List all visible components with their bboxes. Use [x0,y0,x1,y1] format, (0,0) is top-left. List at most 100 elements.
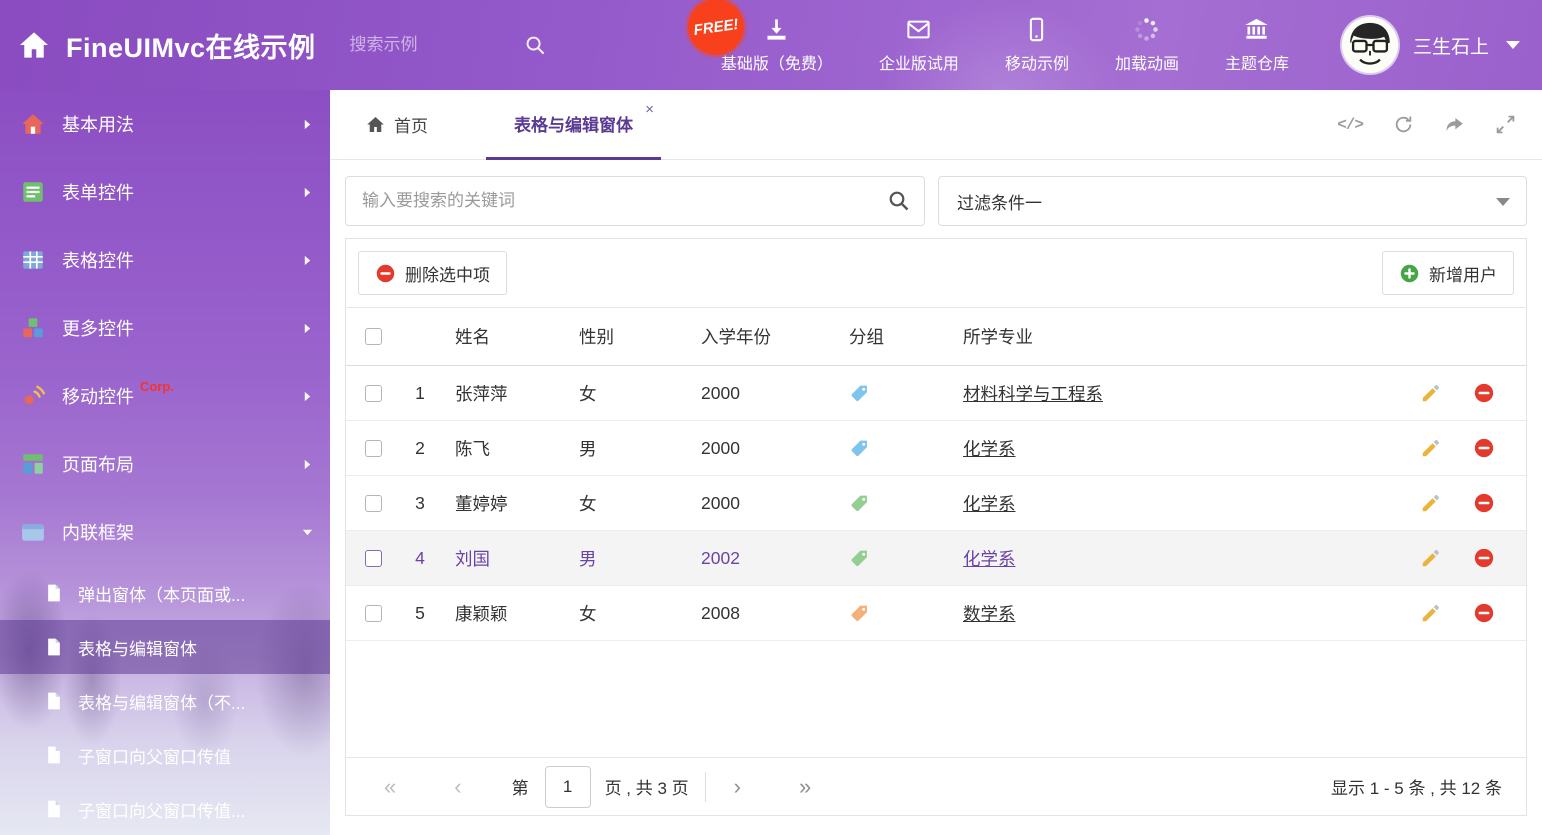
username: 三生石上 [1413,32,1489,59]
row-index: 2 [400,438,440,459]
expand-icon[interactable] [1495,114,1516,135]
table-row[interactable]: 1 张萍萍 女 2000 材料科学与工程系 [346,366,1526,421]
delete-row-icon[interactable] [1473,602,1495,624]
sidebar-subitem-label: 表格与编辑窗体（不... [78,689,245,714]
file-icon [44,636,64,658]
nav-label: 主题仓库 [1225,50,1289,74]
table-row[interactable]: 4 刘国 男 2002 化学系 [346,531,1526,586]
major-link[interactable]: 材料科学与工程系 [963,384,1103,404]
delete-row-icon[interactable] [1473,547,1495,569]
sidebar-subitem-child-to-parent-alt[interactable]: 子窗口向父窗口传值... [0,782,330,835]
chevron-right-icon [301,254,314,267]
tab-grid-edit-window[interactable]: 表格与编辑窗体 × [486,90,661,160]
first-page-button[interactable]: « [384,776,396,798]
refresh-icon[interactable] [1393,114,1414,135]
search-icon[interactable] [524,34,547,57]
sidebar-item-mobile-controls[interactable]: 移动控件 Corp. [0,362,330,430]
edit-pencil-icon[interactable] [1420,492,1442,514]
delete-row-icon[interactable] [1473,437,1495,459]
major-link[interactable]: 数学系 [963,604,1016,624]
keyword-search-input[interactable] [345,176,925,226]
sidebar-item-iframe[interactable]: 内联框架 [0,498,330,566]
chevron-right-icon [301,186,314,199]
major-link[interactable]: 化学系 [963,439,1016,459]
nav-item-theme-store[interactable]: 主题仓库 [1202,16,1312,74]
select-all-checkbox[interactable] [365,328,382,345]
chevron-right-icon [301,322,314,335]
share-icon[interactable] [1444,114,1465,135]
tag-icon [849,438,870,459]
sidebar-subitem-child-to-parent[interactable]: 子窗口向父窗口传值 [0,728,330,782]
row-checkbox[interactable] [365,495,382,512]
col-header-name[interactable]: 姓名 [440,324,575,349]
house-icon [20,111,46,137]
cell-gender: 男 [575,546,695,571]
main-content: 首页 表格与编辑窗体 × </> 过滤条件一 [330,90,1542,835]
sidebar-subitem-popup-window[interactable]: 弹出窗体（本页面或... [0,566,330,620]
last-page-button[interactable]: » [799,776,811,798]
source-code-icon[interactable]: </> [1337,116,1363,134]
delete-row-icon[interactable] [1473,382,1495,404]
col-header-group[interactable]: 分组 [845,324,955,349]
tag-icon [849,548,870,569]
page-number-input[interactable] [545,766,591,808]
filter-dropdown[interactable]: 过滤条件一 [938,176,1527,226]
layout-icon [20,451,46,477]
cell-name: 陈飞 [440,436,575,461]
sidebar-item-more-controls[interactable]: 更多控件 [0,294,330,362]
row-checkbox[interactable] [365,440,382,457]
chevron-down-icon [301,526,314,539]
edit-pencil-icon[interactable] [1420,602,1442,624]
search-icon[interactable] [887,189,911,213]
tag-icon [849,493,870,514]
row-checkbox[interactable] [365,550,382,567]
major-link[interactable]: 化学系 [963,494,1016,514]
sidebar-item-form-controls[interactable]: 表单控件 [0,158,330,226]
chevron-right-icon [301,118,314,131]
delete-row-icon[interactable] [1473,492,1495,514]
header-search-input[interactable] [348,34,476,56]
sidebar-item-label: 移动控件 [62,383,134,409]
table-row[interactable]: 3 董婷婷 女 2000 化学系 [346,476,1526,531]
col-header-gender[interactable]: 性别 [575,324,695,349]
file-icon [44,744,64,766]
col-header-year[interactable]: 入学年份 [695,324,845,349]
file-icon [44,582,64,604]
user-menu[interactable]: 三生石上 [1342,17,1542,73]
nav-item-mobile-demo[interactable]: 移动示例 [982,16,1092,74]
edit-pencil-icon[interactable] [1420,382,1442,404]
nav-item-loading-animation[interactable]: 加载动画 [1092,16,1202,74]
nav-item-enterprise-trial[interactable]: 企业版试用 [856,16,982,74]
sidebar-item-basic-usage[interactable]: 基本用法 [0,90,330,158]
row-index: 5 [400,603,440,624]
row-checkbox[interactable] [365,605,382,622]
sidebar-subitem-grid-edit-window-alt[interactable]: 表格与编辑窗体（不... [0,674,330,728]
tab-home[interactable]: 首页 [366,90,428,159]
sidebar-item-label: 表单控件 [62,179,134,205]
edit-pencil-icon[interactable] [1420,437,1442,459]
sidebar-item-grid-controls[interactable]: 表格控件 [0,226,330,294]
chevron-down-icon [1496,198,1510,206]
close-icon[interactable]: × [645,102,654,117]
major-link[interactable]: 化学系 [963,549,1016,569]
edit-pencil-icon[interactable] [1420,547,1442,569]
table-row[interactable]: 2 陈飞 男 2000 化学系 [346,421,1526,476]
delete-selected-button[interactable]: 删除选中项 [358,251,507,295]
table-row[interactable]: 5 康颖颖 女 2008 数学系 [346,586,1526,641]
sidebar: 基本用法 表单控件 表格控件 更多控件 移动控件 Corp. 页面布局 [0,90,330,835]
next-page-button[interactable]: › [734,776,741,798]
nav-item-basic-free[interactable]: FREE! 基础版（免费） [698,16,856,74]
sidebar-item-label: 基本用法 [62,111,134,137]
mobile-icon [1023,16,1050,43]
envelope-icon [905,16,932,43]
col-header-major[interactable]: 所学专业 [955,324,1408,349]
add-user-button[interactable]: 新增用户 [1382,251,1514,295]
prev-page-button[interactable]: ‹ [454,776,461,798]
avatar [1342,17,1398,73]
sidebar-subitem-grid-edit-window[interactable]: 表格与编辑窗体 [0,620,330,674]
record-summary: 显示 1 - 5 条 , 共 12 条 [1331,774,1502,799]
sidebar-item-label: 页面布局 [62,451,134,477]
row-checkbox[interactable] [365,385,382,402]
app-logo[interactable]: FineUIMvc在线示例 [0,26,316,65]
sidebar-item-page-layout[interactable]: 页面布局 [0,430,330,498]
